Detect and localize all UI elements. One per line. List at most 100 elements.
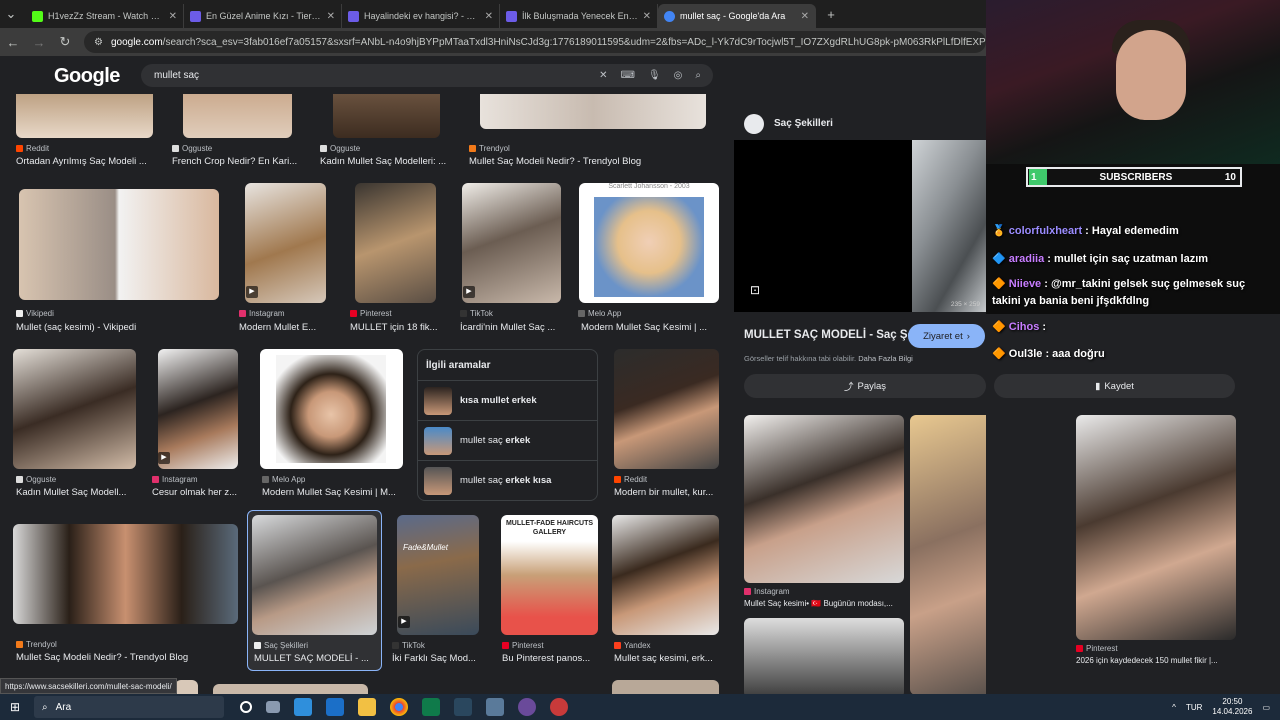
cortana-icon[interactable] xyxy=(240,701,252,713)
taskbar-search[interactable]: ⌕ Ara xyxy=(34,696,224,718)
tab-item[interactable]: İlk Buluşmada Yenecek En Kötü Ye✕ xyxy=(500,4,658,28)
vscode-icon[interactable] xyxy=(294,698,312,716)
result-caption[interactable]: Modern bir mullet, kur... xyxy=(614,487,720,498)
app-icon[interactable] xyxy=(486,698,504,716)
result-caption[interactable]: Kadın Mullet Saç Modelleri: ... xyxy=(320,156,452,167)
close-icon[interactable]: ✕ xyxy=(169,11,177,22)
result-caption[interactable]: MULLET için 18 fik... xyxy=(350,322,446,333)
result-thumbnail[interactable] xyxy=(355,183,436,303)
result-thumbnail[interactable] xyxy=(13,349,136,469)
save-button[interactable]: ▮ Kaydet xyxy=(994,374,1235,398)
instagram-icon xyxy=(744,588,751,595)
result-caption[interactable]: Mullet saç kesimi, erk... xyxy=(614,653,720,664)
result-thumbnail[interactable] xyxy=(614,349,719,469)
tab-item[interactable]: H1vezZz Stream - Watch Live on✕ xyxy=(26,4,184,28)
result-thumbnail[interactable] xyxy=(612,680,719,694)
clock[interactable]: 20:50 14.04.2026 xyxy=(1212,697,1252,717)
related-caption[interactable]: 2026 için kaydedecek 150 mullet fikir |.… xyxy=(1076,656,1236,665)
related-image[interactable] xyxy=(910,415,986,694)
related-item[interactable]: mullet saç erkek xyxy=(418,420,597,460)
recorder-icon[interactable] xyxy=(550,698,568,716)
result-thumbnail[interactable] xyxy=(183,94,292,138)
result-thumbnail[interactable] xyxy=(245,183,326,303)
result-thumbnail[interactable] xyxy=(175,680,198,694)
result-caption[interactable]: Mullet (saç kesimi) - Vikipedi xyxy=(16,322,226,333)
result-caption[interactable]: Modern Mullet Saç Kesimi | M... xyxy=(262,487,402,498)
result-caption[interactable]: Kadın Mullet Saç Modell... xyxy=(16,487,140,498)
result-caption[interactable]: İki Farklı Saç Mod... xyxy=(392,653,484,664)
reload-icon[interactable]: ↻ xyxy=(58,34,72,50)
clear-icon[interactable]: ✕ xyxy=(599,70,607,81)
store-icon[interactable] xyxy=(422,698,440,716)
back-icon[interactable]: ← xyxy=(6,35,20,50)
language-indicator[interactable]: TUR xyxy=(1186,703,1202,712)
close-icon[interactable]: ✕ xyxy=(643,11,651,22)
steam-icon[interactable] xyxy=(454,698,472,716)
result-caption[interactable]: Ortadan Ayrılmış Saç Modeli ... xyxy=(16,156,154,167)
tab-item[interactable]: Hayalindeki ev hangisi? - Tier Lis✕ xyxy=(342,4,500,28)
keyboard-icon[interactable]: ⌨ xyxy=(621,70,635,81)
chrome-icon[interactable] xyxy=(390,698,408,716)
result-thumbnail[interactable] xyxy=(260,349,403,469)
result-caption[interactable]: French Crop Nedir? En Kari... xyxy=(172,156,304,167)
notification-icon[interactable]: ▭ xyxy=(1262,703,1270,712)
visit-button[interactable]: Ziyaret et › xyxy=(908,324,985,348)
result-caption[interactable]: Bu Pinterest panos... xyxy=(502,653,598,664)
result-thumbnail[interactable] xyxy=(612,515,719,635)
related-image[interactable] xyxy=(1076,415,1236,640)
related-image[interactable] xyxy=(744,618,904,694)
related-image[interactable] xyxy=(744,415,904,583)
google-logo[interactable]: Google xyxy=(54,65,120,88)
result-caption[interactable]: Mullet Saç Modeli Nedir? - Trendyol Blog xyxy=(469,156,709,167)
obs-icon[interactable] xyxy=(518,698,536,716)
result-thumbnail[interactable] xyxy=(16,94,153,138)
preview-site-name[interactable]: Saç Şekilleri xyxy=(774,118,833,129)
learn-more-link[interactable]: Daha Fazla Bilgi xyxy=(858,354,913,363)
related-item[interactable]: mullet saç erkek kısa xyxy=(418,460,597,500)
result-caption[interactable]: Mullet Saç Modeli Nedir? - Trendyol Blog xyxy=(16,652,236,663)
new-tab-button[interactable]: + xyxy=(824,7,838,22)
url-field[interactable]: ⚙ google.com/search?sca_esv=3fab016ef7a0… xyxy=(84,31,986,53)
result-caption[interactable]: İcardi'nin Mullet Saç ... xyxy=(460,322,564,333)
result-thumbnail[interactable] xyxy=(480,94,706,129)
search-box[interactable]: mullet saç ✕ ⌨ 🎙 ◎ ⌕ xyxy=(141,64,713,87)
close-icon[interactable]: ✕ xyxy=(327,11,335,22)
related-item[interactable]: kısa mullet erkek xyxy=(418,380,597,420)
site-favicon xyxy=(744,114,764,134)
close-icon[interactable]: ✕ xyxy=(801,11,809,22)
tab-item[interactable]: En Güzel Anime Kızı - Tier List, Hangi✕ xyxy=(184,4,342,28)
site-info-icon[interactable]: ⚙ xyxy=(94,37,103,48)
result-thumbnail[interactable] xyxy=(462,183,561,303)
preview-image[interactable]: ⊡ 235 × 259 xyxy=(734,140,986,312)
lens-icon[interactable]: ⊡ xyxy=(750,283,760,297)
tab-list-icon[interactable]: ⌄ xyxy=(4,6,18,22)
chevron-up-icon[interactable]: ^ xyxy=(1172,703,1176,712)
result-thumbnail[interactable] xyxy=(213,684,368,694)
lens-icon[interactable]: ◎ xyxy=(674,70,683,81)
search-input[interactable]: mullet saç xyxy=(154,70,199,81)
result-caption[interactable]: Modern Mullet E... xyxy=(239,322,333,333)
close-icon[interactable]: ✕ xyxy=(485,11,493,22)
result-caption[interactable]: Modern Mullet Saç Kesimi | ... xyxy=(581,322,721,333)
result-thumbnail[interactable] xyxy=(252,515,377,635)
result-thumbnail[interactable] xyxy=(19,189,219,300)
result-caption[interactable]: Cesur olmak her z... xyxy=(152,487,242,498)
result-thumbnail[interactable] xyxy=(333,94,440,138)
result-thumbnail[interactable] xyxy=(158,349,238,469)
related-caption[interactable]: Mullet Saç kesimi• 🇹🇷 Bugünün modası,... xyxy=(744,599,904,608)
share-button[interactable]: ⤴ Paylaş xyxy=(744,374,986,398)
forward-icon[interactable]: → xyxy=(32,35,46,50)
file-explorer-icon[interactable] xyxy=(358,698,376,716)
tab-item-active[interactable]: mullet saç - Google'da Ara ✕ xyxy=(658,4,816,28)
result-thumbnail[interactable]: Scarlett Johansson - 2003 xyxy=(579,183,719,303)
mic-icon[interactable]: 🎙 xyxy=(648,70,661,81)
search-icon[interactable]: ⌕ xyxy=(695,70,701,81)
preview-photo xyxy=(912,140,986,312)
outlook-icon[interactable] xyxy=(326,698,344,716)
task-view-icon[interactable] xyxy=(266,701,280,713)
result-caption[interactable]: MULLET SAÇ MODELİ - ... xyxy=(254,653,376,664)
result-source: TikTok xyxy=(392,641,425,650)
windows-start-icon[interactable]: ⊞ xyxy=(10,700,20,714)
result-thumbnail[interactable] xyxy=(13,524,238,624)
result-thumbnail[interactable]: MULLET-FADE HAIRCUTS GALLERY xyxy=(501,515,598,635)
